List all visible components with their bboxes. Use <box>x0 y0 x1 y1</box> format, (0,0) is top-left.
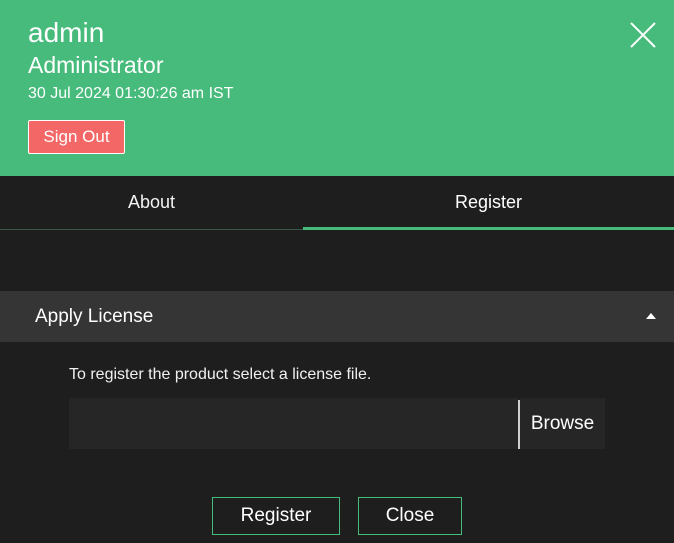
section-title: Apply License <box>35 306 154 327</box>
tab-register[interactable]: Register <box>303 176 674 230</box>
tab-bar: About Register <box>0 176 674 230</box>
close-icon[interactable] <box>629 21 657 49</box>
current-datetime: 30 Jul 2024 01:30:26 am IST <box>28 85 234 102</box>
close-button[interactable]: Close <box>358 497 462 535</box>
sign-out-button[interactable]: Sign Out <box>28 120 125 154</box>
apply-license-section-header[interactable]: Apply License <box>0 291 674 342</box>
browse-button[interactable]: Browse <box>520 398 605 449</box>
user-header: admin Administrator 30 Jul 2024 01:30:26… <box>0 0 674 176</box>
username: admin <box>28 17 105 48</box>
user-role: Administrator <box>28 52 164 78</box>
license-description: To register the product select a license… <box>69 366 372 383</box>
tab-about[interactable]: About <box>0 176 303 230</box>
license-file-input[interactable] <box>69 398 518 449</box>
register-button[interactable]: Register <box>212 497 340 535</box>
caret-up-icon[interactable] <box>646 313 656 319</box>
